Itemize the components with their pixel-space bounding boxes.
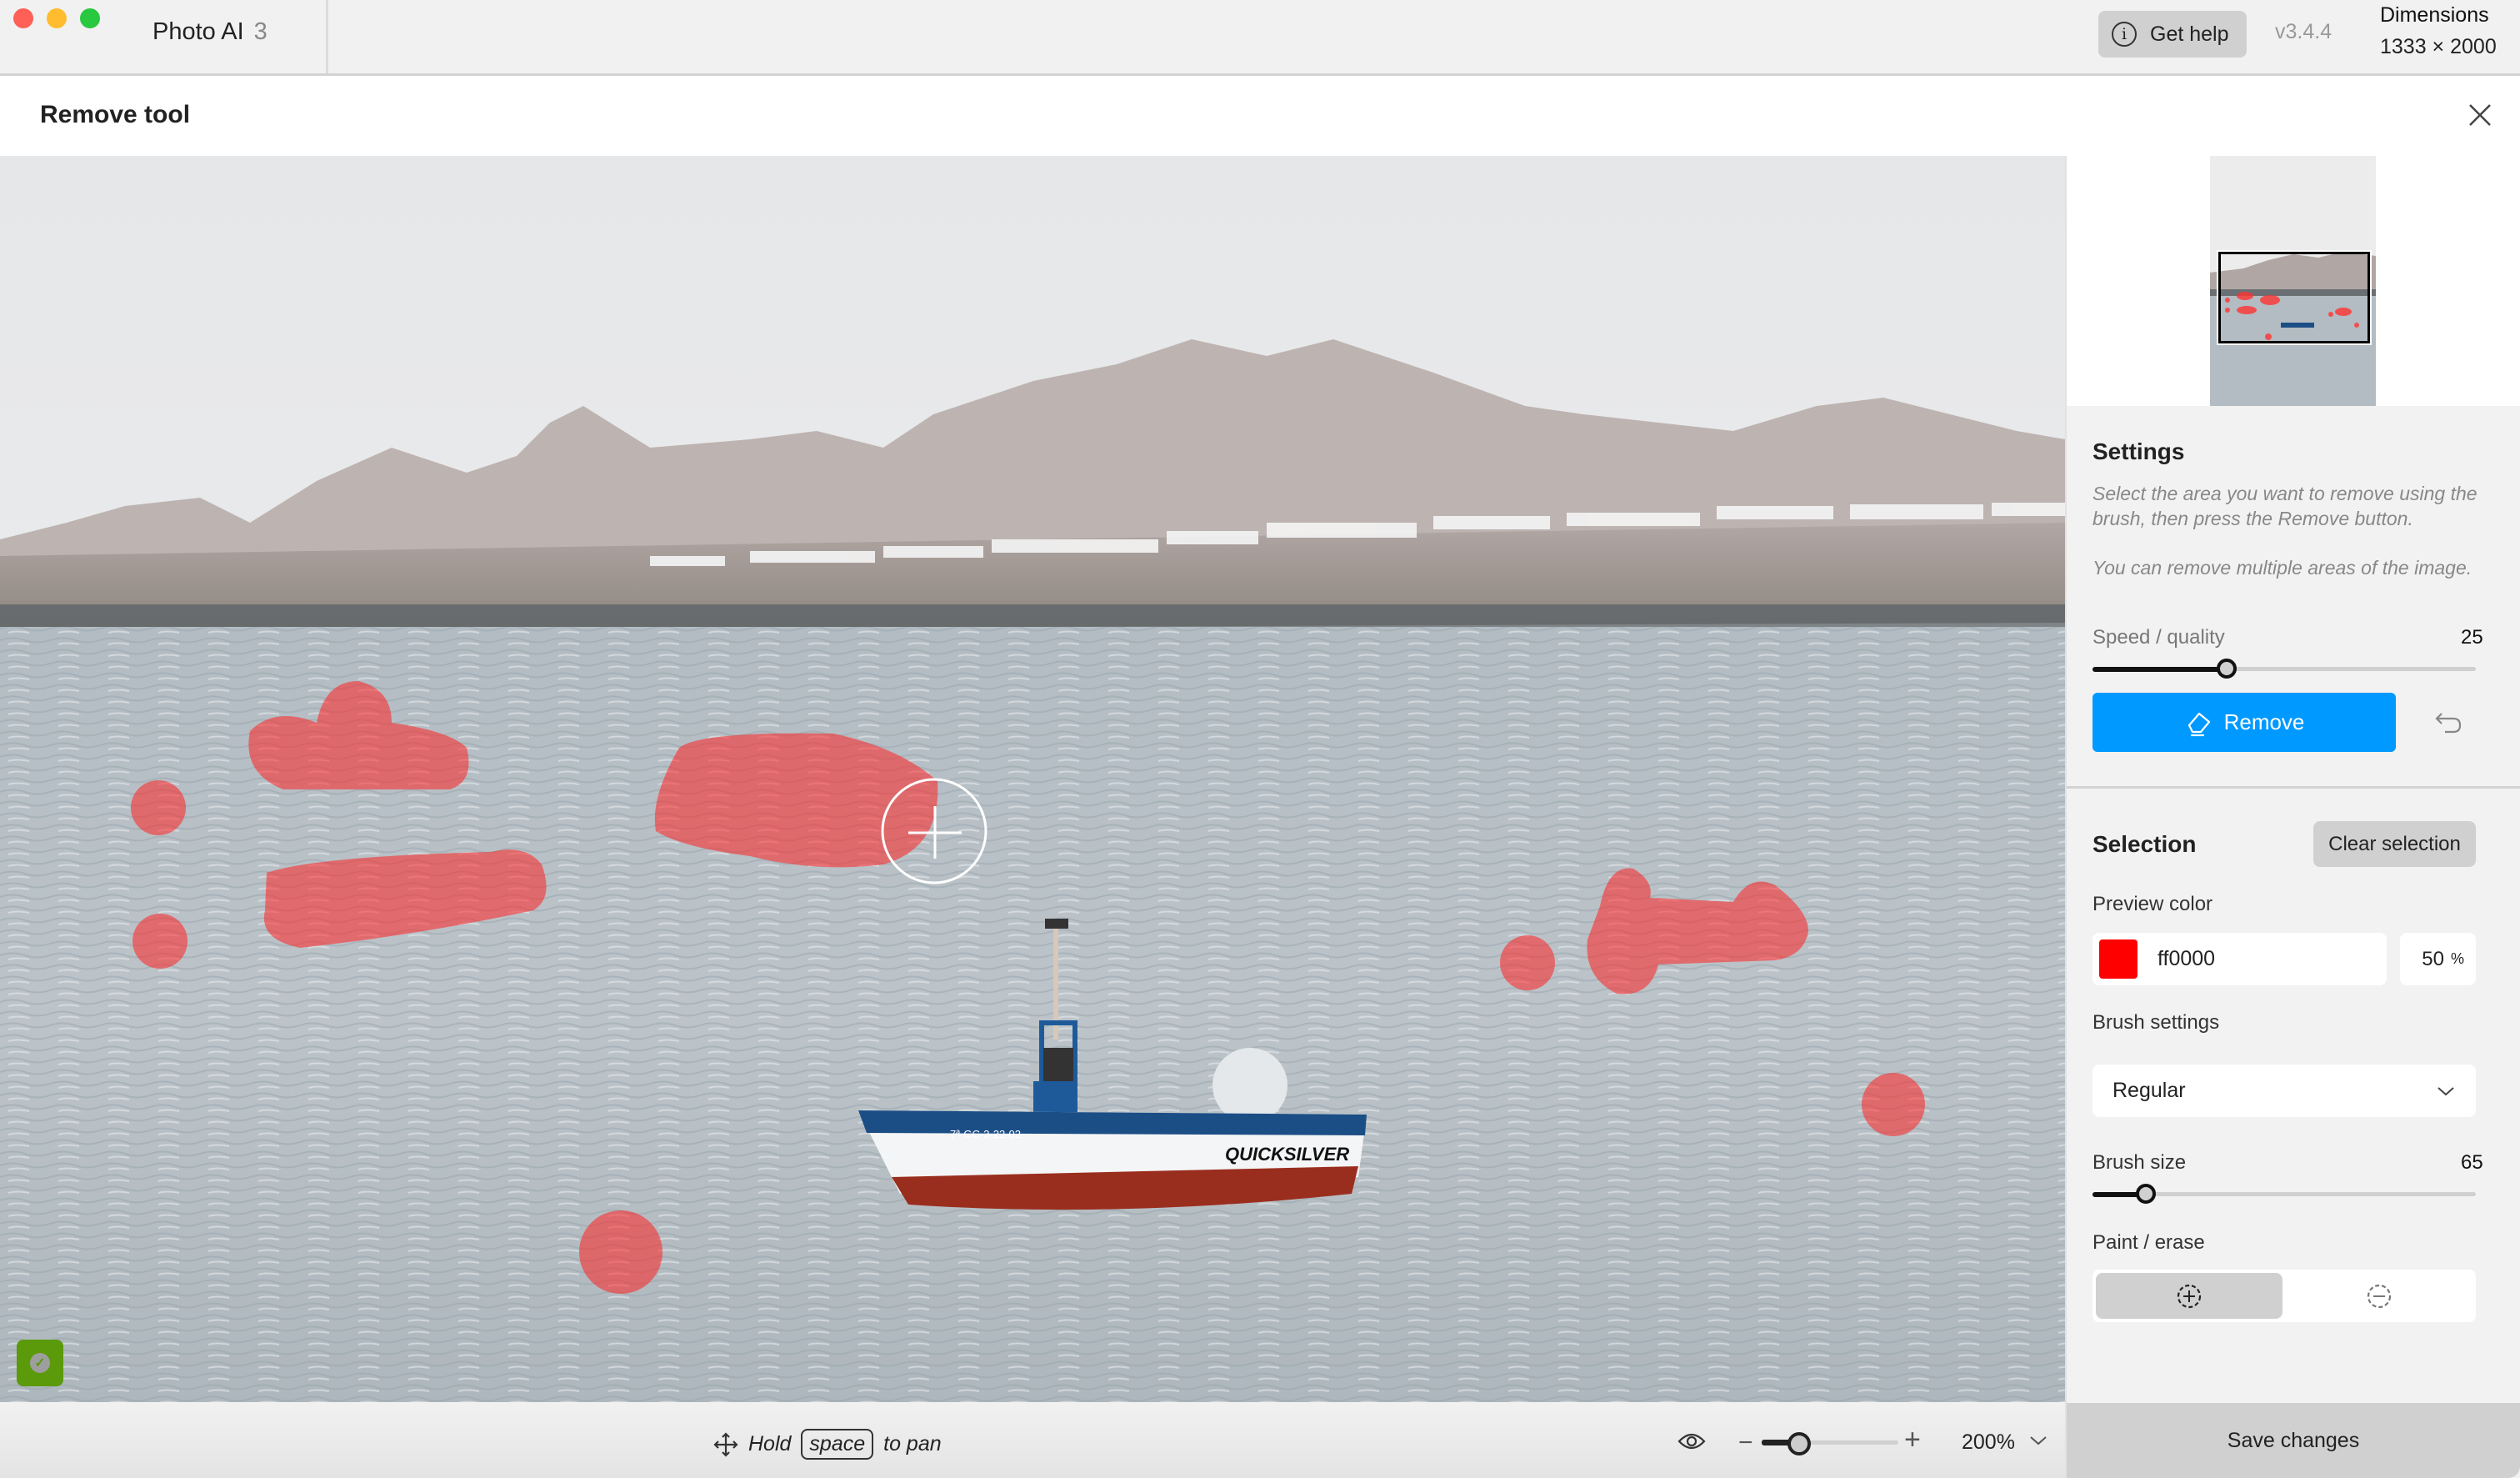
selection-title: Selection xyxy=(2092,831,2197,857)
settings-help-1: Select the area you want to remove using… xyxy=(2092,483,2478,529)
settings-title: Settings xyxy=(2092,438,2185,464)
color-hex-value: ff0000 xyxy=(2158,947,2216,970)
get-help-label: Get help xyxy=(2150,22,2229,46)
brush-size-value: 65 xyxy=(2461,1151,2483,1174)
opacity-value: 50 xyxy=(2422,947,2444,970)
eye-icon[interactable] xyxy=(1678,1430,1706,1452)
opacity-unit: % xyxy=(2450,950,2464,967)
brush-size-slider-thumb[interactable] xyxy=(2136,1184,2156,1204)
hint-to-pan: to pan xyxy=(883,1432,942,1455)
selection-area xyxy=(1862,1073,1925,1136)
erase-subtract-icon xyxy=(2367,1284,2392,1308)
app-major-version: 3 xyxy=(253,18,268,45)
photo-preview: QUICKSILVER 7ª-GC-3-22-02 xyxy=(0,156,2065,1402)
close-icon[interactable] xyxy=(2467,102,2493,128)
brush-mode-select[interactable]: Regular xyxy=(2092,1065,2476,1117)
zoom-out-button[interactable]: − xyxy=(1738,1429,1753,1457)
image-canvas[interactable]: QUICKSILVER 7ª-GC-3-22-02 xyxy=(0,156,2065,1402)
preview-color-label: Preview color xyxy=(2092,893,2213,915)
paint-erase-label: Paint / erase xyxy=(2092,1231,2205,1254)
tool-header: Remove tool xyxy=(0,76,2520,156)
window-close-button[interactable] xyxy=(13,8,33,28)
speed-quality-slider-fill xyxy=(2092,667,2227,672)
window-minimize-button[interactable] xyxy=(47,8,67,28)
status-badge[interactable]: ✓ xyxy=(17,1340,63,1386)
dimensions-value: 1333 × 2000 xyxy=(2380,35,2497,58)
speed-quality-value: 25 xyxy=(2461,626,2483,649)
erase-mode-button[interactable] xyxy=(2286,1273,2472,1319)
preview-color-field[interactable]: ff0000 xyxy=(2092,933,2387,985)
selection-area xyxy=(131,780,186,835)
eraser-icon xyxy=(2188,712,2210,736)
panel-divider xyxy=(2067,786,2520,789)
canvas-toolbar xyxy=(0,1402,2065,1478)
brush-mode-value: Regular xyxy=(2112,1079,2186,1102)
paint-mode-button[interactable] xyxy=(2096,1273,2282,1319)
undo-icon[interactable] xyxy=(2433,709,2463,735)
rocky-shore xyxy=(0,604,2065,629)
brush-size-label: Brush size xyxy=(2092,1151,2187,1174)
page-title: Remove tool xyxy=(40,101,191,128)
get-help-button[interactable]: i Get help xyxy=(2098,11,2247,58)
navigator-viewport[interactable] xyxy=(2217,250,2372,345)
selection-area xyxy=(579,1210,662,1294)
app-version: v3.4.4 xyxy=(2275,20,2332,43)
remove-button[interactable]: Remove xyxy=(2092,693,2396,752)
titlebar-divider xyxy=(326,0,328,73)
zoom-slider-thumb[interactable] xyxy=(1788,1432,1811,1455)
check-icon: ✓ xyxy=(30,1353,50,1373)
remove-button-label: Remove xyxy=(2223,709,2305,734)
hint-hold: Hold xyxy=(748,1432,792,1455)
svg-text:7ª-GC-3-22-02: 7ª-GC-3-22-02 xyxy=(950,1128,1021,1140)
color-swatch[interactable] xyxy=(2099,939,2138,979)
speed-quality-label: Speed / quality xyxy=(2092,626,2225,649)
move-arrows-icon xyxy=(713,1431,738,1457)
opacity-field[interactable]: 50 % xyxy=(2400,933,2476,985)
paint-add-icon xyxy=(2177,1284,2202,1308)
app-name: Photo AI xyxy=(152,18,244,45)
clear-selection-button[interactable]: Clear selection xyxy=(2313,821,2476,867)
zoom-level[interactable]: 200% xyxy=(1962,1430,2015,1455)
save-changes-button[interactable]: Save changes xyxy=(2067,1403,2520,1478)
dimensions-label: Dimensions xyxy=(2380,3,2489,27)
brush-settings-label: Brush settings xyxy=(2092,1011,2220,1034)
chevron-down-icon xyxy=(2438,1086,2454,1095)
settings-help-2: You can remove multiple areas of the ima… xyxy=(2092,557,2472,579)
app-title: Photo AI 3 xyxy=(152,18,268,46)
selection-area xyxy=(1500,935,1555,990)
svg-text:QUICKSILVER: QUICKSILVER xyxy=(1225,1144,1349,1165)
zoom-in-button[interactable]: + xyxy=(1904,1424,1921,1456)
space-key: space xyxy=(801,1429,874,1460)
info-icon: i xyxy=(2112,22,2137,47)
pan-hint: Hold space to pan xyxy=(713,1429,942,1460)
chevron-down-icon[interactable] xyxy=(2028,1432,2048,1449)
window-maximize-button[interactable] xyxy=(80,8,100,28)
speed-quality-slider-thumb[interactable] xyxy=(2217,659,2237,679)
selection-area xyxy=(132,914,188,969)
